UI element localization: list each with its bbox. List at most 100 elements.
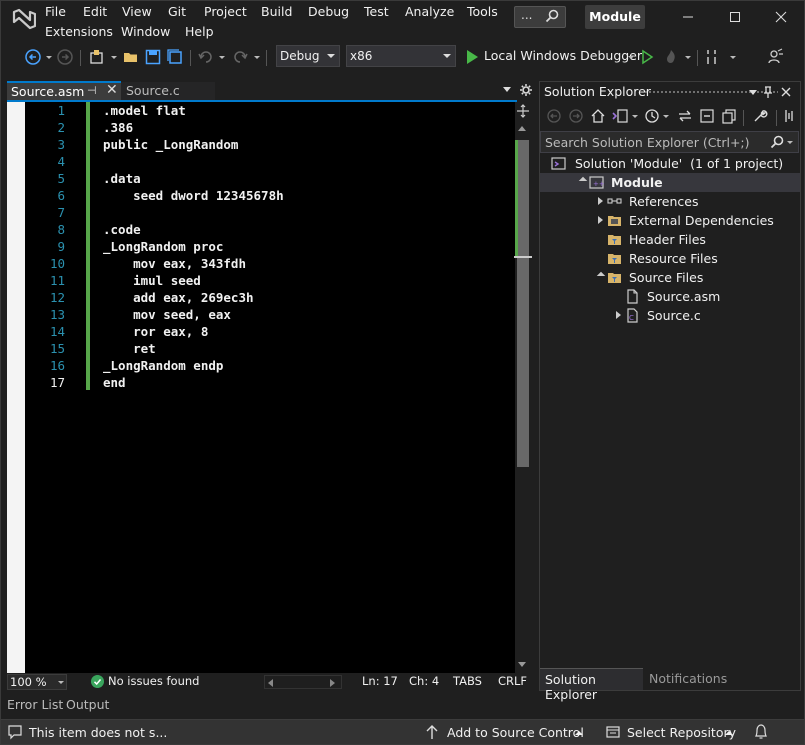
add-to-source-control-button[interactable]: Add to Source Control xyxy=(447,725,584,740)
notification-message-icon[interactable] xyxy=(7,724,23,740)
solution-name-badge[interactable]: Module xyxy=(585,5,645,29)
collapse-arrow-icon[interactable] xyxy=(578,176,588,186)
toolbar-options-caret[interactable] xyxy=(730,56,736,59)
maximize-icon[interactable] xyxy=(727,9,743,25)
home-icon[interactable] xyxy=(590,108,606,124)
filter-caret[interactable] xyxy=(663,115,669,118)
code-line[interactable]: end xyxy=(103,374,126,391)
menu-git[interactable]: Git xyxy=(168,4,186,19)
properties-wrench-icon[interactable] xyxy=(752,108,768,124)
collapse-all-icon[interactable] xyxy=(699,108,715,124)
editor-horizontal-scrollbar[interactable] xyxy=(264,675,342,689)
menu-view[interactable]: View xyxy=(122,4,152,19)
code-line[interactable]: _LongRandom proc xyxy=(103,238,223,255)
solution-platform-dropdown[interactable]: x86 xyxy=(346,45,456,67)
pin-icon[interactable] xyxy=(762,85,774,99)
selection-margin[interactable] xyxy=(7,102,25,673)
new-project-icon[interactable] xyxy=(88,48,106,66)
pending-changes-filter-icon[interactable] xyxy=(644,108,660,124)
solution-explorer-search-input[interactable]: Search Solution Explorer (Ctrl+;) xyxy=(540,131,799,153)
preview-selected-icon[interactable] xyxy=(784,108,798,124)
code-line[interactable]: add eax, 269ec3h xyxy=(103,289,253,306)
redo-icon[interactable] xyxy=(231,48,249,66)
debugger-dropdown-caret[interactable] xyxy=(628,56,634,59)
editor-settings-gear-icon[interactable] xyxy=(519,83,533,97)
se-back-icon[interactable] xyxy=(546,108,562,124)
se-forward-icon[interactable] xyxy=(568,108,584,124)
hot-reload-dropdown-caret[interactable] xyxy=(685,56,691,59)
tree-item[interactable]: Source Files xyxy=(540,268,800,287)
show-all-files-icon[interactable] xyxy=(721,108,737,124)
window-position-caret[interactable] xyxy=(749,90,757,95)
open-folder-icon[interactable] xyxy=(122,48,140,66)
tab-error-list[interactable]: Error List xyxy=(7,697,63,712)
drag-grip[interactable] xyxy=(644,90,778,95)
code-line[interactable]: .386 xyxy=(103,119,133,136)
scroll-right-arrow[interactable] xyxy=(330,679,335,687)
tab-source-asm[interactable]: Source.asm ⊣ ✕ xyxy=(7,81,121,100)
select-repository-button[interactable]: Select Repository xyxy=(627,725,736,740)
source-control-caret[interactable] xyxy=(575,731,583,735)
line-ending-indicator[interactable]: CRLF xyxy=(498,674,527,688)
split-editor-icon[interactable] xyxy=(516,104,530,118)
back-dropdown-caret[interactable] xyxy=(46,56,52,59)
line-indicator[interactable]: Ln: 17 xyxy=(362,674,398,688)
tree-item[interactable]: External Dependencies xyxy=(540,211,800,230)
scroll-left-arrow[interactable] xyxy=(268,679,273,687)
scrollbar-thumb[interactable] xyxy=(517,140,529,467)
code-line[interactable]: .code xyxy=(103,221,141,238)
repository-caret[interactable] xyxy=(725,731,733,735)
menu-test[interactable]: Test xyxy=(364,4,389,19)
menu-build[interactable]: Build xyxy=(261,4,292,19)
tree-item[interactable]: C Source.c xyxy=(540,306,800,325)
code-line[interactable]: mov seed, eax xyxy=(103,306,231,323)
menu-edit[interactable]: Edit xyxy=(83,4,107,19)
redo-dropdown-caret[interactable] xyxy=(254,56,260,59)
tree-item[interactable]: Source.asm xyxy=(540,287,800,306)
menu-file[interactable]: File xyxy=(45,4,66,19)
menu-analyze[interactable]: Analyze xyxy=(405,4,454,19)
switch-views-icon[interactable] xyxy=(611,108,629,124)
expand-arrow-icon[interactable] xyxy=(598,216,603,224)
menu-help[interactable]: Help xyxy=(185,24,214,39)
tab-output[interactable]: Output xyxy=(66,697,109,712)
menu-debug[interactable]: Debug xyxy=(308,4,349,19)
search-icon[interactable] xyxy=(770,135,784,149)
tab-solution-explorer[interactable]: Solution Explorer xyxy=(540,668,643,702)
column-indicator[interactable]: Ch: 4 xyxy=(409,674,439,688)
undo-icon[interactable] xyxy=(197,48,215,66)
code-line[interactable]: _LongRandom endp xyxy=(103,357,223,374)
zoom-dropdown[interactable]: 100 % xyxy=(7,674,67,690)
notifications-bell-icon[interactable] xyxy=(753,723,769,741)
solution-configuration-dropdown[interactable]: Debug xyxy=(276,45,340,67)
sync-active-document-icon[interactable] xyxy=(677,108,693,124)
save-icon[interactable] xyxy=(144,48,162,66)
tab-overflow-caret[interactable] xyxy=(503,87,511,92)
save-all-icon[interactable] xyxy=(166,48,184,66)
start-debugging-icon[interactable] xyxy=(463,48,481,66)
undo-dropdown-caret[interactable] xyxy=(219,56,225,59)
scroll-up-arrow[interactable] xyxy=(518,126,526,131)
global-search-box[interactable]: ... xyxy=(514,6,566,28)
hot-reload-icon[interactable] xyxy=(662,48,680,66)
start-without-debugging-icon[interactable] xyxy=(638,48,656,66)
tree-item[interactable]: ++ Module xyxy=(540,173,800,192)
menu-project[interactable]: Project xyxy=(204,4,247,19)
tab-source-c[interactable]: Source.c xyxy=(121,82,215,100)
close-tab-icon[interactable]: ✕ xyxy=(106,82,118,98)
code-line[interactable]: seed dword 12345678h xyxy=(103,187,284,204)
new-dropdown-caret[interactable] xyxy=(111,56,117,59)
tabs-indicator[interactable]: TABS xyxy=(453,674,482,688)
code-line[interactable]: .data xyxy=(103,170,141,187)
toolbar-options-icon[interactable] xyxy=(703,48,721,66)
tree-item[interactable]: References xyxy=(540,192,800,211)
code-line[interactable]: ret xyxy=(103,340,156,357)
issues-status[interactable]: No issues found xyxy=(108,674,199,688)
code-line[interactable]: ror eax, 8 xyxy=(103,323,208,340)
menu-window[interactable]: Window xyxy=(121,24,170,39)
navigate-back-icon[interactable] xyxy=(24,48,42,66)
code-line[interactable]: imul seed xyxy=(103,272,201,289)
start-debugging-button[interactable]: Local Windows Debugger xyxy=(484,48,642,63)
navigate-forward-icon[interactable] xyxy=(56,48,74,66)
menu-extensions[interactable]: Extensions xyxy=(45,24,113,39)
